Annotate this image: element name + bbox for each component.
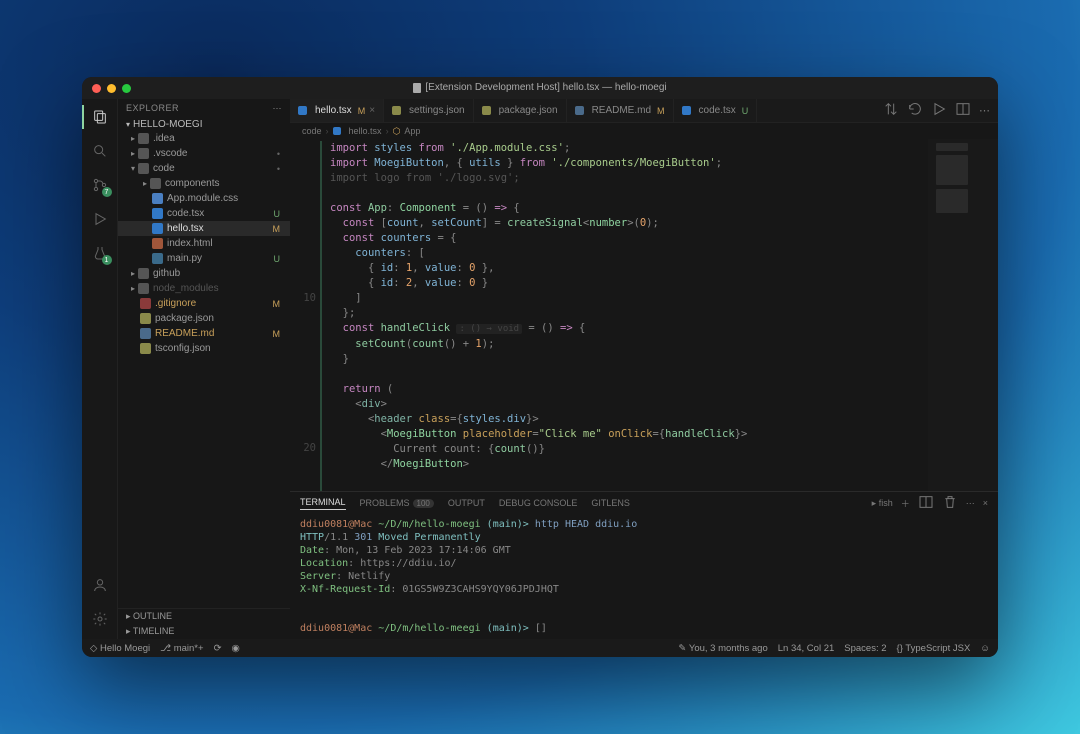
status-branch[interactable]: ⎇ main*+ — [160, 643, 203, 654]
code-editor[interactable]: 10 20 import styles from './App.module.c… — [290, 139, 928, 491]
tree-folder-github[interactable]: ▸github — [118, 266, 290, 281]
split-terminal-icon[interactable] — [918, 494, 934, 512]
explorer-sidebar: EXPLORER ⋯ ▾ HELLO-MOEGI ▸.idea ▸.vscode… — [118, 99, 290, 639]
panel-tab-debug[interactable]: DEBUG CONSOLE — [499, 498, 578, 508]
split-editor-icon[interactable] — [955, 101, 971, 120]
tab-hello-tsx[interactable]: hello.tsxM× — [290, 99, 384, 122]
tree-folder-nodemodules[interactable]: ▸node_modules — [118, 281, 290, 296]
status-theme[interactable]: ◇ Hello Moegi — [90, 643, 150, 654]
outline-section[interactable]: ▸ OUTLINE — [118, 609, 290, 624]
tree-file-readme[interactable]: README.mdM — [118, 326, 290, 341]
line-gutter: 10 20 — [290, 139, 322, 491]
status-feedback-icon[interactable]: ☺ — [980, 643, 990, 654]
tree-file-packagejson[interactable]: package.json — [118, 311, 290, 326]
tree-folder-components[interactable]: ▸components — [118, 176, 290, 191]
run-debug-activity-icon[interactable] — [90, 209, 110, 229]
panel-more-icon[interactable]: ⋯ — [966, 498, 975, 509]
zoom-window-button[interactable] — [122, 84, 131, 93]
revert-icon[interactable] — [907, 101, 923, 120]
timeline-section[interactable]: ▸ TIMELINE — [118, 624, 290, 639]
tree-file-codetsx[interactable]: code.tsxU — [118, 206, 290, 221]
compare-changes-icon[interactable] — [883, 101, 899, 120]
test-badge: 1 — [102, 255, 112, 265]
terminal-shell-label[interactable]: ▸ fish — [872, 498, 893, 509]
new-terminal-icon[interactable]: ＋ — [901, 497, 910, 510]
tab-bar: hello.tsxM× settings.json package.json R… — [290, 99, 998, 123]
tree-file-gitignore[interactable]: .gitignoreM — [118, 296, 290, 311]
more-actions-icon[interactable]: ⋯ — [979, 104, 990, 117]
source-control-activity-icon[interactable]: 7 — [90, 175, 110, 195]
tab-code-tsx[interactable]: code.tsxU — [674, 99, 758, 122]
panel-tab-gitlens[interactable]: GITLENS — [591, 498, 630, 508]
explorer-activity-icon[interactable] — [90, 107, 110, 127]
document-icon — [413, 83, 421, 93]
tab-readme-md[interactable]: README.mdM — [567, 99, 674, 122]
panel-tab-output[interactable]: OUTPUT — [448, 498, 485, 508]
search-activity-icon[interactable] — [90, 141, 110, 161]
run-icon[interactable] — [931, 101, 947, 120]
terminal-output[interactable]: ddiu0081@Mac ~/D/m/hello-moegi (main)> h… — [290, 514, 998, 639]
status-language[interactable]: {} TypeScript JSX — [897, 643, 971, 654]
kill-terminal-icon[interactable] — [942, 494, 958, 512]
editor-area: hello.tsxM× settings.json package.json R… — [290, 99, 998, 639]
project-header[interactable]: ▾ HELLO-MOEGI — [118, 118, 290, 131]
code-lines: import styles from './App.module.css'; i… — [322, 139, 928, 491]
tree-folder-code[interactable]: ▾code• — [118, 161, 290, 176]
status-bar: ◇ Hello Moegi ⎇ main*+ ⟳ ◉ ✎ You, 3 mont… — [82, 639, 998, 657]
tab-settings-json[interactable]: settings.json — [384, 99, 474, 122]
accounts-activity-icon[interactable] — [90, 575, 110, 595]
scm-badge: 7 — [102, 187, 112, 197]
breadcrumb[interactable]: code› hello.tsx› ⬡App — [290, 123, 998, 139]
bottom-panel: TERMINAL PROBLEMS100 OUTPUT DEBUG CONSOL… — [290, 491, 998, 639]
status-spaces[interactable]: Spaces: 2 — [844, 643, 886, 654]
tree-folder-vscode[interactable]: ▸.vscode• — [118, 146, 290, 161]
vscode-window: [Extension Development Host] hello.tsx —… — [82, 77, 998, 657]
chevron-down-icon: ▾ — [126, 120, 130, 129]
tree-file-hellotsx[interactable]: hello.tsxM — [118, 221, 290, 236]
tree-file-tsconfig[interactable]: tsconfig.json — [118, 341, 290, 356]
tree-file-indexhtml[interactable]: index.html — [118, 236, 290, 251]
panel-tab-terminal[interactable]: TERMINAL — [300, 497, 346, 510]
testing-activity-icon[interactable]: 1 — [90, 243, 110, 263]
tree-file-appmodule[interactable]: App.module.css — [118, 191, 290, 206]
explorer-title: EXPLORER — [126, 103, 179, 114]
minimize-window-button[interactable] — [107, 84, 116, 93]
panel-close-icon[interactable]: × — [983, 498, 988, 508]
close-window-button[interactable] — [92, 84, 101, 93]
titlebar: [Extension Development Host] hello.tsx —… — [82, 77, 998, 99]
status-cursor-position[interactable]: Ln 34, Col 21 — [778, 643, 835, 654]
status-live-icon[interactable]: ◉ — [232, 643, 240, 654]
tab-package-json[interactable]: package.json — [474, 99, 567, 122]
file-tree: ▸.idea ▸.vscode• ▾code• ▸components App.… — [118, 131, 290, 608]
tree-folder-idea[interactable]: ▸.idea — [118, 131, 290, 146]
settings-activity-icon[interactable] — [90, 609, 110, 629]
traffic-lights — [82, 84, 131, 93]
status-sync-icon[interactable]: ⟳ — [214, 643, 222, 654]
activity-bar: 7 1 — [82, 99, 118, 639]
status-blame[interactable]: ✎ You, 3 months ago — [678, 643, 767, 654]
window-title: [Extension Development Host] hello.tsx —… — [82, 82, 998, 93]
close-tab-icon[interactable]: × — [369, 105, 375, 116]
minimap[interactable] — [928, 139, 998, 491]
explorer-more-icon[interactable]: ⋯ — [273, 103, 283, 114]
panel-tab-problems[interactable]: PROBLEMS100 — [360, 498, 434, 508]
tree-file-mainpy[interactable]: main.pyU — [118, 251, 290, 266]
